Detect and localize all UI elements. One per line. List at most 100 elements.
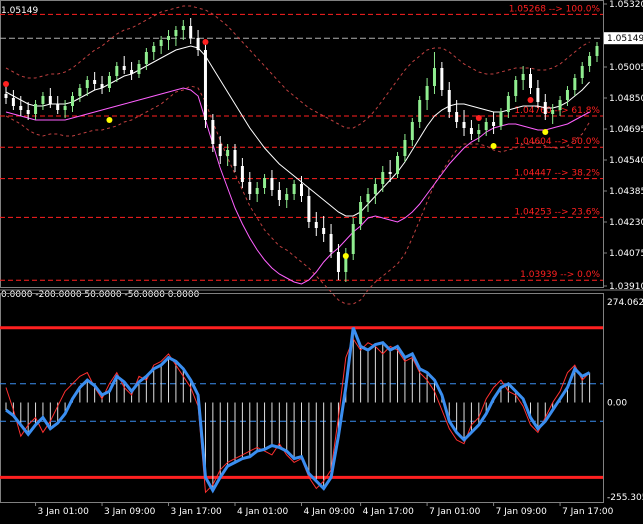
candle-body [373,184,377,194]
candle-body [63,106,67,110]
candle-body [56,104,60,110]
signal-marker [527,97,534,103]
candle-body [255,188,259,194]
candle-body [167,36,171,40]
candle-body [100,84,104,88]
candle-body [588,56,592,66]
candle-body [447,90,451,112]
candle-body [366,194,370,202]
candle-body [277,190,281,200]
candle-body [329,234,333,252]
candle-body [403,140,407,156]
time-axis-label: 4 Jan 01:00 [237,507,289,517]
candle-body [432,68,436,86]
candle-body [573,78,577,90]
signal-marker [542,129,549,135]
candle-body [462,122,466,128]
candle-body [34,104,38,114]
candle-body [440,68,444,90]
candle-body [181,26,185,30]
signal-marker [3,81,9,87]
candle-body [4,94,8,98]
signal-marker [202,39,209,45]
candle-body [122,66,126,70]
candle-body [580,66,584,78]
signal-marker [490,143,497,149]
candle-body [203,50,207,120]
candle-body [484,122,488,130]
indicator-axis-label: 274.0622 [607,298,643,308]
candle-body [240,166,244,182]
candle-body [130,70,134,74]
candle-body [506,96,510,112]
signal-marker [342,253,349,259]
candle-body [70,96,74,106]
price-axis-label: 1.05320 [609,0,643,10]
candle-body [396,156,400,174]
candle-body [543,102,547,114]
indicator-panel-frame [0,293,604,503]
candle-body [174,30,178,36]
candle-body [418,100,422,122]
fib-level-label: 1.04760 --> 61.8% [514,106,600,116]
time-axis-label: 3 Jan 01:00 [38,507,90,517]
last-price-badge-label: 1.05149 [607,34,643,44]
candle-body [565,90,569,100]
candle-body [263,178,267,188]
signal-marker [475,115,482,121]
cci-line [5,327,591,494]
candle-body [189,26,193,38]
candle-body [107,76,111,88]
band-upper-line [5,5,590,129]
candle-body [226,150,230,156]
candle-body [492,122,496,126]
fib-level-label: 1.04604 --> 50.0% [514,137,600,147]
time-axis-label: 3 Jan 17:00 [171,507,223,517]
price-axis-label: 1.04850 [609,94,643,104]
indicator-axis-label: 0.00 [607,399,627,409]
candle-body [48,96,52,104]
candle-body [211,120,215,144]
candle-body [425,86,429,100]
candle-body [11,98,15,106]
candle-body [551,110,555,114]
time-axis-label: 4 Jan 17:00 [363,507,415,517]
candle-body [248,182,252,194]
price-axis-label: 1.04695 [609,125,643,135]
candle-body [26,110,30,114]
time-axis-label: 7 Jan 01:00 [429,507,481,517]
price-axis-label: 1.04230 [609,218,643,228]
price-axis-label: 1.04075 [609,249,643,259]
price-axis-label: 1.05005 [609,63,643,73]
candle-body [558,100,562,110]
candle-body [314,222,318,228]
candle-body [359,202,363,224]
candle-body [285,194,289,200]
candle-body [514,80,518,96]
signal-marker [106,117,113,123]
candle-body [536,88,540,102]
candle-body [137,64,141,74]
candle-body [300,184,303,196]
candle-body [455,112,459,122]
candle-body [521,74,525,80]
candle-body [351,224,355,254]
price-axis-label: 1.03910 [609,282,643,292]
candle-body [307,196,311,222]
candle-body [41,96,45,104]
candle-body [410,122,414,140]
candle-body [78,88,82,96]
candle-body [144,52,148,64]
candle-body [115,66,119,76]
time-axis-label: 4 Jan 09:00 [304,507,356,517]
time-axis-label: 7 Jan 17:00 [562,507,614,517]
candle-body [595,46,599,56]
chart-window: 1.05149 0.0000 -200.0000 50.0000 -50.000… [0,0,643,524]
cci-signal-line [5,337,590,494]
candle-body [292,184,296,194]
candle-body [93,80,97,84]
candle-body [270,178,274,190]
fib-level-label: 1.03939 --> 0.0% [520,270,600,280]
candle-body [85,80,89,88]
candle-body [388,172,392,174]
